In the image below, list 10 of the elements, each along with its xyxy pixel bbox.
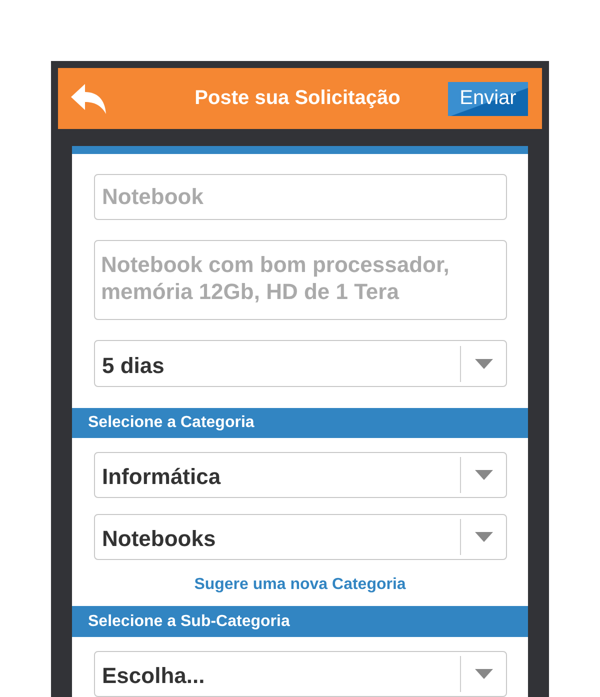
dropdown[interactable]: Escolha... xyxy=(94,650,507,697)
dropdown[interactable]: Informática xyxy=(94,452,507,498)
dropdown[interactable]: 5 dias xyxy=(94,340,507,387)
page-title: Poste sua Solicitação xyxy=(194,87,402,110)
suggest-category-link[interactable]: Sugere uma nova Categoria xyxy=(194,574,406,596)
dropdown[interactable]: Notebooks xyxy=(94,514,507,560)
section-header: Selecione a Categoria xyxy=(72,408,528,438)
section-header: Selecione a Sub-Categoria xyxy=(72,606,528,637)
description-field[interactable]: Notebook com bom processador, memória 12Gb, HD de 1 Tera xyxy=(94,240,507,320)
text-field[interactable]: Notebook xyxy=(94,174,507,220)
